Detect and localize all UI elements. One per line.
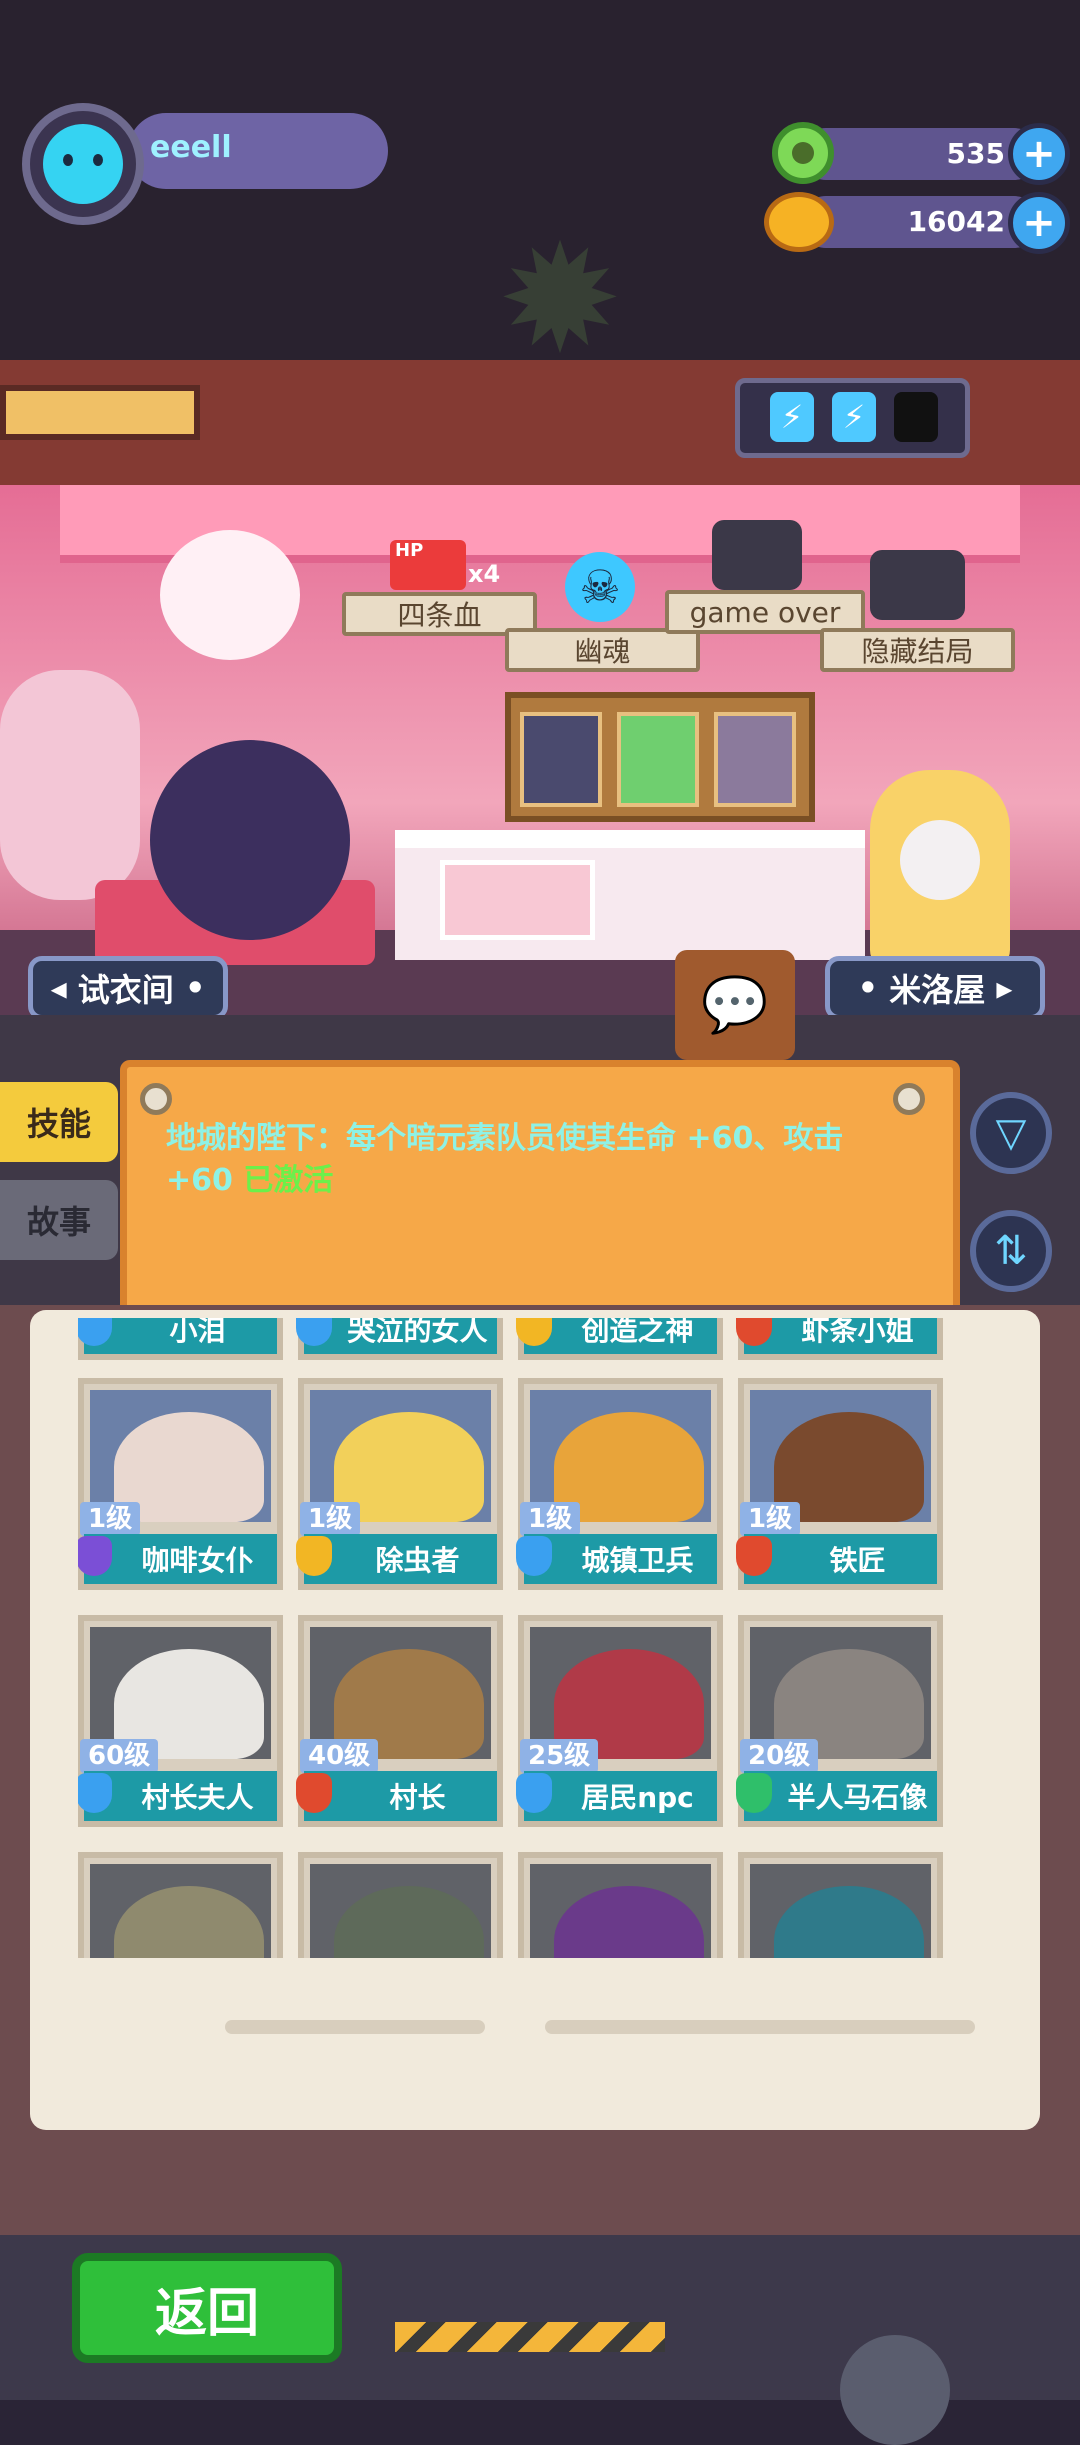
character-card[interactable] bbox=[518, 1852, 723, 1958]
character-grid[interactable]: 小泪 哭泣的女人 创造之神 虾条小姐 1级 咖啡女仆 1级 除虫者 1级 城镇卫兵 1… bbox=[78, 1318, 978, 1958]
hazard-stripe bbox=[395, 2322, 665, 2352]
shield-icon bbox=[296, 1773, 332, 1813]
energy-cell-empty-icon bbox=[894, 392, 938, 442]
vent-panel bbox=[0, 385, 200, 440]
skill-status: 已激活 bbox=[243, 1163, 334, 1198]
card-name: 居民npc bbox=[524, 1771, 717, 1821]
character-card[interactable] bbox=[78, 1852, 283, 1958]
character-card[interactable]: 1级 咖啡女仆 bbox=[78, 1378, 283, 1590]
card-level: 20级 bbox=[740, 1739, 819, 1773]
card-level: 60级 bbox=[80, 1739, 159, 1773]
character-card[interactable]: 60级 村长夫人 bbox=[78, 1615, 283, 1827]
card-level: 1级 bbox=[80, 1502, 141, 1536]
energy-cell-icon: ⚡ bbox=[770, 392, 814, 442]
card-name: 城镇卫兵 bbox=[524, 1534, 717, 1584]
tag-ghost: 幽魂 bbox=[505, 628, 700, 672]
card-name: 创造之神 bbox=[524, 1318, 717, 1354]
fitting-room-button[interactable]: ◂ 试衣间 • bbox=[28, 956, 228, 1020]
pin-icon bbox=[140, 1083, 172, 1115]
card-name: 虾条小姐 bbox=[744, 1318, 937, 1354]
card-level: 1级 bbox=[520, 1502, 581, 1536]
skull-face bbox=[900, 820, 980, 900]
tab-story[interactable]: 故事 bbox=[0, 1180, 118, 1260]
character-card[interactable]: 20级 半人马石像 bbox=[736, 1615, 943, 1827]
character-card[interactable]: 1级 除虫者 bbox=[296, 1378, 503, 1590]
blurred-text bbox=[545, 2020, 975, 2034]
card-name: 半人马石像 bbox=[744, 1771, 937, 1821]
shield-icon bbox=[296, 1536, 332, 1576]
card-name: 咖啡女仆 bbox=[84, 1534, 277, 1584]
character-card[interactable]: 25级 居民npc bbox=[516, 1615, 723, 1827]
skill-description: 地城的陛下：每个暗元素队员使其生命 +60、攻击 +60 已激活 bbox=[166, 1121, 844, 1198]
character-card[interactable]: 40级 村长 bbox=[296, 1615, 503, 1827]
portrait-rainbow bbox=[617, 712, 699, 807]
shield-icon bbox=[78, 1536, 112, 1576]
shield-icon bbox=[516, 1536, 552, 1576]
add-coins-button[interactable]: + bbox=[1008, 192, 1070, 254]
tv-grave-icon bbox=[712, 520, 802, 590]
gear-icon: ✹ bbox=[497, 213, 623, 387]
coin-icon bbox=[764, 192, 834, 252]
card-level: 1级 bbox=[740, 1502, 801, 1536]
shield-icon bbox=[516, 1773, 552, 1813]
desk-drawer bbox=[440, 860, 595, 940]
card-level: 25级 bbox=[520, 1739, 599, 1773]
chat-icon[interactable]: 💬 bbox=[675, 950, 795, 1060]
ghost-skull-icon: ☠ bbox=[565, 552, 635, 622]
character-card[interactable]: 1级 城镇卫兵 bbox=[516, 1378, 723, 1590]
flower-vase bbox=[0, 670, 140, 900]
character-card[interactable]: 哭泣的女人 bbox=[296, 1318, 503, 1360]
character-card[interactable] bbox=[738, 1852, 943, 1958]
card-name: 哭泣的女人 bbox=[304, 1318, 497, 1354]
shield-icon bbox=[78, 1773, 112, 1813]
blurred-text bbox=[225, 2020, 485, 2034]
donut-icon bbox=[772, 122, 834, 184]
card-name: 除虫者 bbox=[304, 1534, 497, 1584]
character-card[interactable]: 创造之神 bbox=[516, 1318, 723, 1360]
back-button[interactable]: 返回 bbox=[72, 2253, 342, 2363]
filter-button[interactable]: ▽ bbox=[970, 1092, 1052, 1174]
pin-icon bbox=[893, 1083, 925, 1115]
character-card[interactable] bbox=[298, 1852, 503, 1958]
shield-icon bbox=[736, 1773, 772, 1813]
hp-battery-icon: HP bbox=[390, 540, 466, 590]
character-card[interactable]: 1级 铁匠 bbox=[736, 1378, 943, 1590]
portrait-gray bbox=[714, 712, 796, 807]
tag-hidden-ending: 隐藏结局 bbox=[820, 628, 1015, 672]
card-name: 铁匠 bbox=[744, 1534, 937, 1584]
character-card[interactable]: 虾条小姐 bbox=[736, 1318, 943, 1360]
player-name: eeell bbox=[150, 130, 232, 165]
wheel-icon bbox=[840, 2335, 950, 2445]
card-name: 小泪 bbox=[84, 1318, 277, 1354]
card-name: 村长夫人 bbox=[84, 1771, 277, 1821]
hp-multiplier: x4 bbox=[468, 560, 501, 588]
tab-skill[interactable]: 技能 bbox=[0, 1082, 118, 1162]
card-level: 40级 bbox=[300, 1739, 379, 1773]
tv-hidden-icon bbox=[870, 550, 965, 620]
cat-face-icon bbox=[43, 124, 123, 204]
add-donuts-button[interactable]: + bbox=[1008, 123, 1070, 185]
card-level: 1级 bbox=[300, 1502, 361, 1536]
milo-house-button[interactable]: • 米洛屋 ▸ bbox=[825, 956, 1045, 1020]
portrait-dark bbox=[520, 712, 602, 807]
dark-lord-character[interactable] bbox=[150, 740, 350, 940]
shield-icon bbox=[736, 1536, 772, 1576]
character-card[interactable]: 小泪 bbox=[78, 1318, 283, 1360]
pompom-lamp bbox=[160, 530, 300, 660]
avatar[interactable] bbox=[22, 103, 144, 225]
card-name: 村长 bbox=[304, 1771, 497, 1821]
sort-button[interactable]: ⇅ bbox=[970, 1210, 1052, 1292]
energy-cell-icon: ⚡ bbox=[832, 392, 876, 442]
